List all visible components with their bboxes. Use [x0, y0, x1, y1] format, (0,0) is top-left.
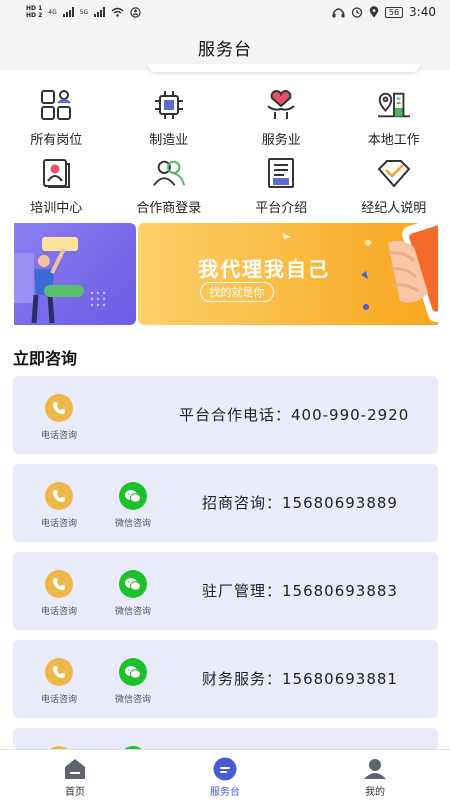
page-title: 服务台: [198, 39, 252, 60]
banner-person-illustration: [14, 237, 106, 324]
status-time: 3:40: [409, 5, 436, 19]
category-training-center[interactable]: 培训中心: [0, 156, 113, 224]
chip-icon: [152, 88, 186, 122]
banner-cta-button[interactable]: 找的就是你: [200, 282, 274, 302]
category-label: 制造业: [149, 133, 189, 148]
battery-icon: 56: [384, 6, 404, 18]
phone-consult-label: 电话咨询: [40, 695, 77, 705]
status-right: 56 3:40: [332, 5, 436, 19]
category-service[interactable]: 服务业: [225, 88, 338, 156]
bottom-nav: 首页 服务台 我的: [0, 749, 450, 800]
category-label: 服务业: [261, 133, 301, 148]
hd-indicator: HD 1 HD 2: [26, 5, 42, 19]
category-partner-login[interactable]: 合作商登录: [113, 156, 226, 224]
nav-label: 服务台: [210, 787, 240, 798]
phone-icon: [45, 570, 73, 598]
net1-label: 4G: [48, 8, 57, 16]
phone-icon: [45, 394, 73, 422]
nav-label: 首页: [65, 787, 85, 798]
consult-card-text: 平台合作电话：400-990-2920: [179, 406, 410, 424]
phone-consult-button[interactable]: 电话咨询: [29, 570, 89, 617]
category-agent-guide[interactable]: 经纪人说明: [338, 156, 450, 224]
consult-card-partial[interactable]: [13, 728, 438, 750]
wifi-icon: [111, 7, 124, 17]
phone-consult-button[interactable]: 电话咨询: [29, 394, 89, 441]
diamond-check-icon: [377, 156, 411, 190]
category-label: 所有岗位: [30, 133, 83, 148]
consult-card-factory[interactable]: 电话咨询 微信咨询 驻厂管理：15680693883: [13, 552, 438, 630]
service-desk-icon: [213, 757, 237, 781]
document-icon: [264, 156, 298, 190]
category-label: 培训中心: [30, 201, 83, 216]
banner-slide-current[interactable]: 我代理我自己 找的就是你: [138, 223, 438, 325]
nav-home[interactable]: 首页: [0, 750, 150, 800]
banner-headline: 我代理我自己: [198, 257, 330, 281]
phone-icon: [45, 658, 73, 686]
home-icon: [63, 758, 87, 780]
smiley-icon: [130, 6, 141, 18]
signal-icon-2: [94, 7, 106, 17]
partners-icon: [152, 156, 186, 190]
category-label: 平台介绍: [255, 201, 308, 216]
signal-icon: [62, 7, 74, 17]
wechat-icon: [119, 570, 147, 598]
wechat-consult-label: 微信咨询: [114, 607, 151, 617]
net2-label: 5G: [79, 8, 89, 16]
training-board-icon: [39, 156, 73, 190]
phone-consult-label: 电话咨询: [40, 431, 77, 441]
consult-card-text: 招商咨询：15680693889: [202, 494, 398, 512]
category-label: 本地工作: [367, 133, 420, 148]
category-label: 合作商登录: [136, 201, 202, 216]
nav-label: 我的: [365, 787, 385, 798]
phone-consult-button[interactable]: 电话咨询: [29, 658, 89, 705]
banner-carousel[interactable]: 我代理我自己 找的就是你: [14, 223, 438, 325]
location-building-icon: [377, 88, 411, 122]
consult-card-text: 财务服务：15680693881: [202, 670, 398, 688]
phone-consult-label: 电话咨询: [40, 607, 77, 617]
wechat-icon: [119, 658, 147, 686]
heart-hand-icon: [264, 88, 298, 122]
nav-profile[interactable]: 我的: [300, 750, 450, 800]
category-platform-intro[interactable]: 平台介绍: [225, 156, 338, 224]
status-left: HD 1 HD 2 4G 5G: [26, 5, 141, 19]
phone-consult-label: 电话咨询: [40, 519, 77, 529]
search-bar-edge[interactable]: [148, 64, 420, 72]
category-local-work[interactable]: 本地工作: [338, 88, 450, 156]
status-bar: HD 1 HD 2 4G 5G 56 3:40: [0, 0, 450, 24]
category-all-jobs[interactable]: 所有岗位: [0, 88, 113, 156]
category-grid: 所有岗位 制造业 服务业 本地工作 培训中心 合作商登录 平台介绍 经纪人说明: [0, 88, 450, 224]
consult-card-platform[interactable]: 电话咨询 平台合作电话：400-990-2920: [13, 376, 438, 454]
wechat-icon: [119, 482, 147, 510]
category-label: 经纪人说明: [361, 201, 427, 216]
consult-section-title: 立即咨询: [13, 349, 78, 368]
phone-consult-button[interactable]: 电话咨询: [29, 482, 89, 529]
hd-top-label: HD 1: [26, 5, 43, 12]
banner-slide-previous[interactable]: [14, 223, 136, 325]
nav-service-desk[interactable]: 服务台: [150, 750, 300, 800]
wechat-consult-label: 微信咨询: [114, 695, 151, 705]
profile-icon: [363, 758, 387, 780]
wechat-consult-label: 微信咨询: [114, 519, 151, 529]
wechat-consult-button[interactable]: 微信咨询: [103, 658, 163, 705]
consult-card-investment[interactable]: 电话咨询 微信咨询 招商咨询：15680693889: [13, 464, 438, 542]
alarm-icon: [351, 7, 363, 18]
category-manufacturing[interactable]: 制造业: [113, 88, 226, 156]
hd-bottom-label: HD 2: [26, 12, 43, 19]
grid-person-icon: [39, 88, 73, 122]
wechat-consult-button[interactable]: 微信咨询: [103, 482, 163, 529]
phone-icon: [45, 482, 73, 510]
consult-card-text: 驻厂管理：15680693883: [202, 582, 398, 600]
location-pin-icon: [369, 6, 379, 18]
wechat-consult-button[interactable]: 微信咨询: [103, 570, 163, 617]
consult-card-finance[interactable]: 电话咨询 微信咨询 财务服务：15680693881: [13, 640, 438, 718]
headphones-icon: [332, 7, 345, 17]
